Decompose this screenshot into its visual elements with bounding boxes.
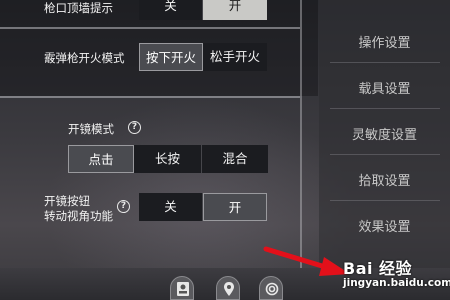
scope-button-view-on[interactable]: 开 <box>203 193 267 221</box>
sidebar-divider <box>330 62 440 63</box>
scope-button-view-toggle: 关 开 <box>139 193 267 221</box>
sidebar-item-controls[interactable]: 操作设置 <box>319 32 450 51</box>
location-pin-icon[interactable] <box>216 276 240 300</box>
sidebar-divider <box>330 200 440 201</box>
sidebar-item-effects[interactable]: 效果设置 <box>319 216 450 235</box>
scope-button-view-off[interactable]: 关 <box>139 193 203 221</box>
scope-button-view-label-line1: 开镜按钮 <box>44 194 90 208</box>
scope-mode-help-icon[interactable]: ? <box>128 121 141 134</box>
shotgun-press-fire-option[interactable]: 按下开火 <box>139 43 203 71</box>
content-border <box>300 0 302 268</box>
muzzle-wall-hint-label: 枪口顶墙提示 <box>44 1 113 15</box>
watermark-url: jingyan.baidu.com <box>343 277 450 289</box>
divider <box>0 96 300 98</box>
scope-button-view-help-icon[interactable]: ? <box>117 200 130 213</box>
shotgun-fire-mode-toggle: 按下开火 松手开火 <box>139 43 267 71</box>
scope-mode-mixed-option[interactable]: 混合 <box>202 145 268 173</box>
sidebar-divider <box>330 108 440 109</box>
muzzle-wall-hint-on[interactable]: 开 <box>203 0 267 20</box>
scope-mode-toggle: 点击 长按 混合 <box>68 145 268 173</box>
sidebar-item-pickup[interactable]: 拾取设置 <box>319 170 450 189</box>
scope-button-view-label-line2: 转动视角功能 <box>44 209 113 223</box>
person-card-icon[interactable] <box>170 276 194 300</box>
shotgun-fire-mode-label: 霰弹枪开火模式 <box>44 51 125 65</box>
sidebar-item-vehicle[interactable]: 载具设置 <box>319 78 450 97</box>
sidebar-divider <box>330 154 440 155</box>
sidebar-item-sensitivity[interactable]: 灵敏度设置 <box>319 124 450 143</box>
muzzle-wall-hint-off[interactable]: 关 <box>139 0 203 20</box>
scope-mode-label: 开镜模式 <box>68 122 114 136</box>
scope-mode-hold-option[interactable]: 长按 <box>134 145 202 173</box>
scope-mode-tap-option[interactable]: 点击 <box>68 145 134 173</box>
watermark-brand: Bai 经验 <box>343 259 413 278</box>
divider <box>0 27 300 29</box>
muzzle-wall-hint-toggle: 关 开 <box>139 0 267 20</box>
watermark: Bai 经验 jingyan.baidu.com <box>343 255 450 289</box>
shotgun-release-fire-option[interactable]: 松手开火 <box>203 43 267 71</box>
